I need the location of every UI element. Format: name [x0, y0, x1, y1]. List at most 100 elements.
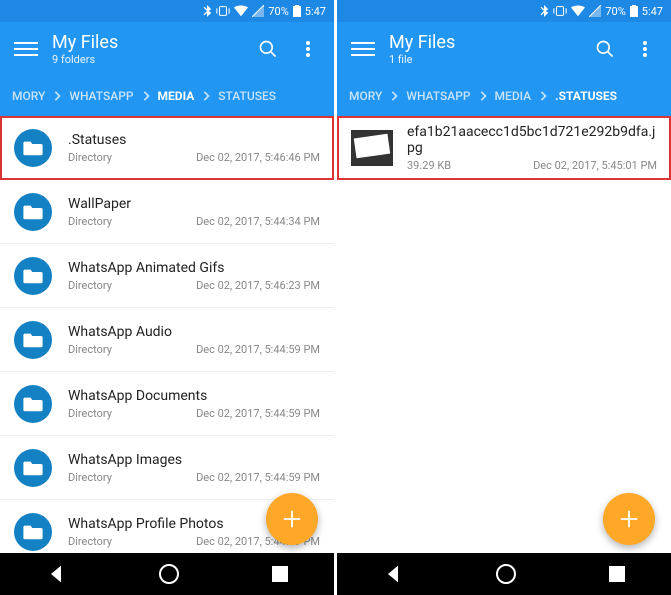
overflow-button[interactable]	[288, 29, 328, 69]
item-name: WhatsApp Images	[68, 452, 320, 468]
item-name: WhatsApp Documents	[68, 388, 320, 404]
item-text: WallPaper Directory Dec 02, 2017, 5:44:3…	[68, 196, 320, 228]
file-list: efa1b21aacecc1d5bc1d721e292b9dfa.jpg 39.…	[337, 116, 671, 553]
back-button[interactable]	[383, 564, 403, 584]
status-bar: 70% 5:47	[0, 0, 334, 22]
phone-left-pane: 70% 5:47 My Files 9 folders MORY WHATSAPP…	[0, 0, 334, 595]
home-button[interactable]	[496, 564, 516, 584]
vibrate-icon	[216, 5, 230, 17]
item-text: WhatsApp Audio Directory Dec 02, 2017, 5…	[68, 324, 320, 356]
plus-icon	[281, 508, 303, 530]
item-type: Directory	[68, 343, 112, 356]
list-item[interactable]: WhatsApp Images Directory Dec 02, 2017, …	[0, 436, 334, 500]
breadcrumb: MORY WHATSAPP MEDIA STATUSES	[0, 76, 334, 116]
item-date: Dec 02, 2017, 5:44:59 PM	[196, 343, 320, 356]
list-item[interactable]: WallPaper Directory Dec 02, 2017, 5:44:3…	[0, 180, 334, 244]
breadcrumb-item[interactable]: WHATSAPP	[61, 89, 141, 103]
item-text: WhatsApp Documents Directory Dec 02, 201…	[68, 388, 320, 420]
signal-icon	[589, 5, 601, 17]
back-button[interactable]	[46, 564, 66, 584]
fab-add-button[interactable]	[266, 493, 318, 545]
menu-icon[interactable]	[14, 37, 38, 61]
wifi-icon	[571, 5, 585, 17]
item-meta: Directory Dec 02, 2017, 5:46:46 PM	[68, 151, 320, 164]
menu-icon[interactable]	[351, 37, 375, 61]
folder-icon	[14, 257, 52, 295]
chevron-right-icon	[53, 91, 61, 101]
wifi-icon	[234, 5, 248, 17]
item-meta: 39.29 KB Dec 02, 2017, 5:45:01 PM	[407, 159, 657, 172]
battery-icon	[293, 5, 301, 17]
app-title: My Files	[52, 32, 248, 53]
image-thumbnail	[351, 130, 393, 166]
nav-bar	[0, 553, 334, 595]
item-date: Dec 02, 2017, 5:44:34 PM	[196, 215, 320, 228]
overflow-button[interactable]	[625, 29, 665, 69]
item-text: WhatsApp Images Directory Dec 02, 2017, …	[68, 452, 320, 484]
item-type: 39.29 KB	[407, 159, 451, 172]
breadcrumb-item[interactable]: .STATUSES	[547, 89, 625, 103]
breadcrumb-item[interactable]: MORY	[4, 89, 53, 103]
item-text: efa1b21aacecc1d5bc1d721e292b9dfa.jpg 39.…	[407, 124, 657, 172]
breadcrumb: MORY WHATSAPP MEDIA .STATUSES	[337, 76, 671, 116]
fab-add-button[interactable]	[603, 493, 655, 545]
item-text: .Statuses Directory Dec 02, 2017, 5:46:4…	[68, 132, 320, 164]
chevron-right-icon	[390, 91, 398, 101]
item-type: Directory	[68, 407, 112, 420]
item-type: Directory	[68, 279, 112, 292]
signal-icon	[252, 5, 264, 17]
bluetooth-icon	[202, 5, 212, 17]
toolbar: My Files 1 file	[337, 22, 671, 76]
app-subtitle: 1 file	[389, 53, 585, 66]
phone-right-pane: 70% 5:47 My Files 1 file MORY WHATSAPP MED…	[337, 0, 671, 595]
bluetooth-icon	[539, 5, 549, 17]
item-name: WhatsApp Animated Gifs	[68, 260, 320, 276]
search-button[interactable]	[585, 29, 625, 69]
search-icon	[258, 39, 278, 59]
item-date: Dec 02, 2017, 5:45:01 PM	[533, 159, 657, 172]
app-subtitle: 9 folders	[52, 53, 248, 66]
more-icon	[643, 41, 647, 57]
list-item[interactable]: efa1b21aacecc1d5bc1d721e292b9dfa.jpg 39.…	[337, 116, 671, 180]
clock-text: 5:47	[305, 5, 326, 18]
battery-text: 70%	[268, 5, 288, 18]
breadcrumb-item[interactable]: MEDIA	[150, 89, 203, 103]
status-bar: 70% 5:47	[337, 0, 671, 22]
more-icon	[306, 41, 310, 57]
list-item[interactable]: WhatsApp Documents Directory Dec 02, 201…	[0, 372, 334, 436]
breadcrumb-item[interactable]: MEDIA	[487, 89, 540, 103]
breadcrumb-item[interactable]: MORY	[341, 89, 390, 103]
list-item[interactable]: WhatsApp Animated Gifs Directory Dec 02,…	[0, 244, 334, 308]
vibrate-icon	[553, 5, 567, 17]
chevron-right-icon	[202, 91, 210, 101]
item-name: WallPaper	[68, 196, 320, 212]
item-date: Dec 02, 2017, 5:44:59 PM	[196, 407, 320, 420]
item-date: Dec 02, 2017, 5:46:23 PM	[196, 279, 320, 292]
search-button[interactable]	[248, 29, 288, 69]
chevron-right-icon	[479, 91, 487, 101]
list-item[interactable]: WhatsApp Audio Directory Dec 02, 2017, 5…	[0, 308, 334, 372]
breadcrumb-item[interactable]: STATUSES	[210, 89, 284, 103]
folder-icon	[14, 129, 52, 167]
item-name: .Statuses	[68, 132, 320, 148]
item-meta: Directory Dec 02, 2017, 5:44:59 PM	[68, 407, 320, 420]
title-block: My Files 9 folders	[52, 32, 248, 66]
battery-icon	[630, 5, 638, 17]
item-type: Directory	[68, 471, 112, 484]
folder-icon	[14, 449, 52, 487]
home-button[interactable]	[159, 564, 179, 584]
breadcrumb-item[interactable]: WHATSAPP	[398, 89, 478, 103]
list-item[interactable]: .Statuses Directory Dec 02, 2017, 5:46:4…	[0, 116, 334, 180]
search-icon	[595, 39, 615, 59]
chevron-right-icon	[142, 91, 150, 101]
folder-icon	[14, 321, 52, 359]
recents-button[interactable]	[609, 566, 625, 582]
item-type: Directory	[68, 151, 112, 164]
folder-icon	[14, 193, 52, 231]
item-type: Directory	[68, 215, 112, 228]
file-list: .Statuses Directory Dec 02, 2017, 5:46:4…	[0, 116, 334, 553]
item-type: Directory	[68, 535, 112, 548]
app-title: My Files	[389, 32, 585, 53]
recents-button[interactable]	[272, 566, 288, 582]
item-date: Dec 02, 2017, 5:46:46 PM	[196, 151, 320, 164]
